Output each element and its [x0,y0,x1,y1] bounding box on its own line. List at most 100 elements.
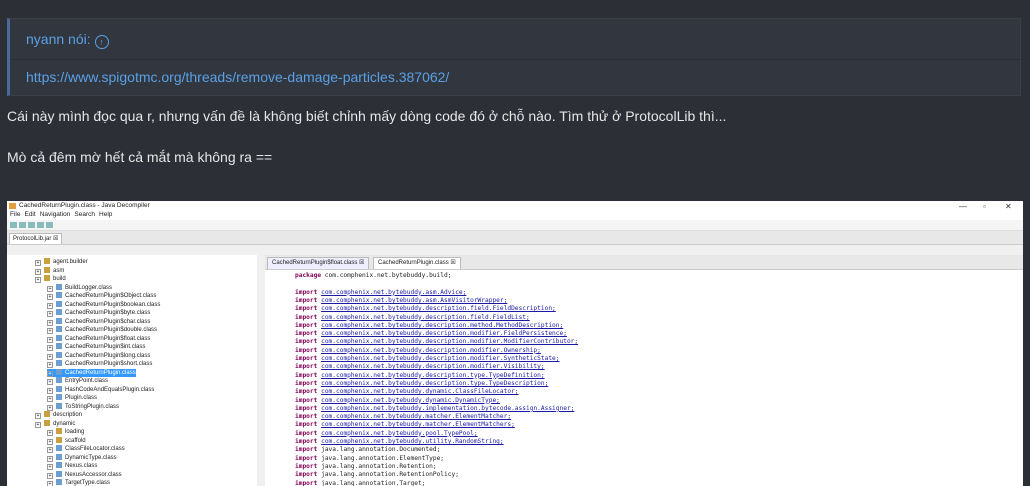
code-text: com.comphenix.net.bytebuddy.utility.Rand… [321,438,504,445]
tree-node-label: BuildLogger.class [65,284,113,291]
code-text: com.comphenix.net.bytebuddy.description.… [321,355,560,362]
code-text: com.comphenix.net.bytebuddy.build; [321,272,452,279]
class-file-icon [56,309,62,315]
code-line: import com.comphenix.net.bytebuddy.descr… [295,380,548,388]
code-keyword: import [295,413,318,421]
tree-node-label: CachedReturnPlugin$double.class [65,327,158,333]
code-line: package com.comphenix.net.bytebuddy.buil… [295,272,451,280]
class-file-icon [56,394,62,400]
code-line: import com.comphenix.net.bytebuddy.asm.A… [295,289,466,297]
tree-node: + CachedReturnPlugin$int.class [47,343,145,351]
quote-author[interactable]: nyann nói: ↑ [26,31,109,49]
expand-icon: + [47,353,53,360]
expand-icon: + [47,285,53,292]
code-line: import java.lang.annotation.ElementType; [295,455,444,463]
code-area: package com.comphenix.net.bytebuddy.buil… [265,270,1023,486]
minimize-icon: — [959,202,967,211]
tree-node-label: TargetType.class [65,480,111,486]
class-file-icon [56,453,62,460]
tree-node-label: EntryPoint.class [65,378,109,384]
code-line: import com.comphenix.net.bytebuddy.imple… [295,405,574,413]
code-line: import java.lang.annotation.Target; [295,480,425,486]
tree-node: + loading [47,428,84,436]
code-keyword: import [295,396,318,404]
class-file-icon [56,470,62,477]
expand-icon: + [47,447,53,453]
expand-icon: + [47,362,53,368]
code-text: com.comphenix.net.bytebuddy.asm.AsmVisit… [321,296,508,304]
expand-icon: + [47,328,53,334]
code-keyword: import [295,296,318,304]
class-file-icon [56,283,62,290]
expand-icon: + [47,345,53,351]
code-keyword: import [295,355,318,362]
class-file-icon [56,317,62,324]
tree-node-label: CachedReturnPlugin$char.class [65,318,151,325]
code-text: com.comphenix.net.bytebuddy.dynamic.Dyna… [321,396,500,404]
go-to-post-icon[interactable]: ↑ [94,35,109,49]
code-text: com.comphenix.net.bytebuddy.description.… [321,363,545,371]
package-icon [44,411,50,417]
code-text: com.comphenix.net.bytebuddy.asm.Advice; [321,288,467,296]
tree-node-label: ClassFileLocator.class [65,446,125,452]
expand-icon: + [35,268,41,275]
open-icon [10,222,17,228]
code-line: import com.comphenix.net.bytebuddy.descr… [295,372,545,380]
expand-icon: + [47,379,53,385]
code-text: com.comphenix.net.bytebuddy.implementati… [321,404,575,412]
maximize-icon: ▫ [983,202,986,211]
code-line: import com.comphenix.net.bytebuddy.dynam… [295,388,519,396]
tree-node: + DynamicType.class [47,453,117,462]
class-file-icon [56,402,62,409]
message-line-2: Mò cả đêm mờ hết cả mắt mà không ra == [7,149,273,165]
tree-node-label: Nexus.class [65,463,98,469]
code-line: import com.comphenix.net.bytebuddy.descr… [295,355,560,363]
tree-scrollbar [257,255,265,486]
code-line: import java.lang.annotation.RetentionPol… [295,471,459,479]
code-editor: CachedReturnPlugin$float.class ☒ CachedRe… [265,255,1023,486]
code-line: import com.comphenix.net.bytebuddy.match… [295,413,511,421]
expand-icon: + [47,319,53,326]
tree-node: + scaffold [47,436,86,445]
code-text: com.comphenix.net.bytebuddy.matcher.Elem… [321,421,515,429]
tree-node-label: agent.builder [53,259,88,265]
code-keyword: import [295,379,318,387]
tree-node-label: ToStringPlugin.class [65,403,120,410]
tree-node-label: CachedReturnPlugin$long.class [65,352,151,359]
code-text: java.lang.annotation.Target; [321,479,426,486]
expand-icon: + [47,404,53,411]
attached-screenshot[interactable]: CachedReturnPlugin.class - Java Decompil… [7,201,1023,486]
expand-icon: + [47,396,53,402]
code-text: java.lang.annotation.ElementType; [321,454,445,462]
code-text: com.comphenix.net.bytebuddy.description.… [321,371,545,379]
tree-node-label: HashCodeAndEqualsPlugin.class [65,386,155,393]
code-text: com.comphenix.net.bytebuddy.description.… [321,321,564,329]
tree-node-label: scaffold [65,437,86,444]
tree-node: + NexusAccessor.class [47,470,122,479]
quote-link[interactable]: https://www.spigotmc.org/threads/remove-… [26,69,449,85]
tree-node: + CachedReturnPlugin.class [47,368,136,377]
tree-node: + CachedReturnPlugin$byte.class [47,309,150,317]
expand-icon: + [47,430,53,436]
class-file-icon [56,326,62,332]
code-keyword: import [295,321,318,329]
code-line: import com.comphenix.net.bytebuddy.descr… [295,305,556,313]
code-line: import com.comphenix.net.bytebuddy.dynam… [295,397,500,405]
code-keyword: import [295,388,318,396]
expand-icon: + [35,260,41,266]
expand-icon: + [47,387,53,394]
code-line: import com.comphenix.net.bytebuddy.utili… [295,438,504,446]
code-text: com.comphenix.net.bytebuddy.matcher.Elem… [321,413,512,421]
expand-icon: + [47,370,53,377]
tree-node-label: CachedReturnPlugin.class [65,369,136,376]
class-file-icon [56,479,62,485]
editor-tabs: CachedReturnPlugin$float.class ☒ CachedRe… [265,255,1023,270]
quote-author-label[interactable]: nyann nói: [26,31,91,47]
code-text: com.comphenix.net.bytebuddy.description.… [321,313,530,321]
close-icon: ✕ [1005,202,1012,211]
class-file-icon [56,368,62,375]
tree-node: + CachedReturnPlugin$float.class [47,334,150,343]
tree-node: + TargetType.class [47,479,110,486]
tree-node-label: CachedReturnPlugin$byte.class [65,310,151,316]
quote-divider [10,59,1020,60]
